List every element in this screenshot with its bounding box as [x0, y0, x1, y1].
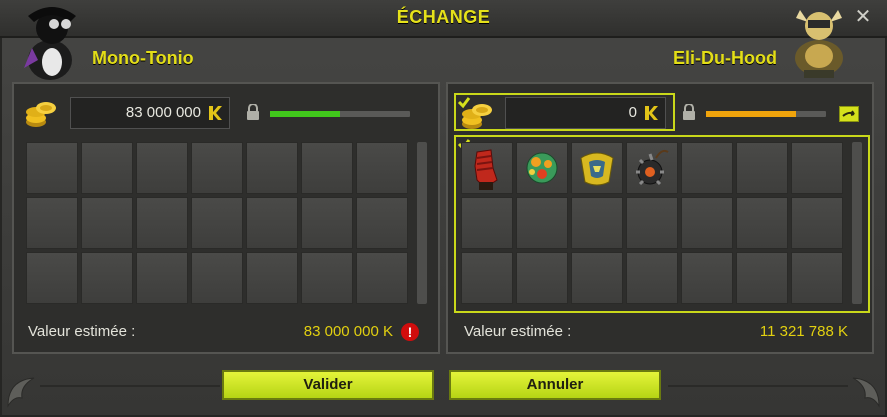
item-slot[interactable]	[301, 197, 353, 249]
item-slot[interactable]	[26, 142, 78, 194]
item-slot[interactable]	[191, 142, 243, 194]
left-kamas-value: 83 000 000	[125, 104, 201, 121]
item-slot[interactable]	[301, 252, 353, 304]
close-icon[interactable]: ✕	[853, 7, 873, 27]
item-slot[interactable]	[736, 252, 788, 304]
item-slot[interactable]	[626, 142, 678, 194]
item-slot[interactable]	[26, 197, 78, 249]
item-slot[interactable]	[356, 197, 408, 249]
item-slot[interactable]	[571, 142, 623, 194]
lock-icon	[247, 104, 259, 120]
right-progress-fill	[706, 111, 796, 117]
cancel-button[interactable]: Annuler	[449, 370, 661, 400]
item-slot[interactable]	[681, 142, 733, 194]
item-slot[interactable]	[81, 197, 133, 249]
item-slot[interactable]	[301, 142, 353, 194]
kama-icon	[645, 106, 658, 120]
green-orb-creature-icon[interactable]	[518, 144, 566, 192]
right-item-grid	[461, 142, 843, 304]
right-kamas-value: 0	[628, 104, 637, 121]
right-kamas-field[interactable]: 0	[505, 97, 666, 129]
right-progress-bar	[706, 111, 826, 117]
item-slot[interactable]	[356, 142, 408, 194]
item-slot[interactable]	[571, 252, 623, 304]
item-slot[interactable]	[461, 142, 513, 194]
item-slot[interactable]	[736, 142, 788, 194]
item-slot[interactable]	[246, 252, 298, 304]
item-slot[interactable]	[461, 252, 513, 304]
item-slot[interactable]	[191, 197, 243, 249]
item-slot[interactable]	[626, 252, 678, 304]
item-slot[interactable]	[681, 252, 733, 304]
left-item-grid	[26, 142, 408, 304]
corner-ornament-icon	[7, 377, 35, 408]
red-gauntlet-icon[interactable]	[463, 144, 511, 192]
item-slot[interactable]	[136, 252, 188, 304]
item-slot[interactable]	[81, 142, 133, 194]
item-slot[interactable]	[516, 197, 568, 249]
item-slot[interactable]	[791, 142, 843, 194]
window-title: ÉCHANGE	[396, 7, 491, 27]
left-player-name: Mono-Tonio	[92, 48, 194, 68]
right-estimate-value: 11 321 788 K	[759, 323, 848, 340]
item-slot[interactable]	[516, 142, 568, 194]
kama-icon	[209, 106, 222, 120]
item-slot[interactable]	[246, 142, 298, 194]
validate-button[interactable]: Valider	[222, 370, 434, 400]
item-slot[interactable]	[246, 197, 298, 249]
swap-toggle-icon[interactable]	[839, 106, 859, 122]
divider-line	[40, 385, 220, 387]
right-player-name: Eli-Du-Hood	[673, 48, 777, 68]
item-slot[interactable]	[791, 252, 843, 304]
item-slot[interactable]	[136, 197, 188, 249]
item-slot[interactable]	[81, 252, 133, 304]
gold-coins-icon	[26, 102, 56, 127]
item-slot[interactable]	[736, 197, 788, 249]
item-slot[interactable]	[26, 252, 78, 304]
item-slot[interactable]	[516, 252, 568, 304]
warning-icon[interactable]: !	[401, 323, 419, 341]
item-slot[interactable]	[356, 252, 408, 304]
left-scrollbar[interactable]	[417, 142, 427, 304]
gold-coins-icon	[462, 104, 492, 129]
item-slot[interactable]	[191, 252, 243, 304]
lock-icon	[683, 104, 695, 120]
item-slot[interactable]	[681, 197, 733, 249]
right-estimate-label: Valeur estimée :	[464, 323, 572, 340]
left-progress-fill	[270, 111, 340, 117]
gold-armor-piece-icon[interactable]	[573, 144, 621, 192]
left-estimate-value: 83 000 000 K	[303, 323, 393, 340]
arrow-icon	[842, 110, 855, 117]
divider-line	[668, 385, 848, 387]
right-scrollbar[interactable]	[852, 142, 862, 304]
left-kamas-field[interactable]: 83 000 000	[70, 97, 230, 129]
item-slot[interactable]	[626, 197, 678, 249]
spiked-ball-icon[interactable]	[628, 144, 676, 192]
player-avatar-icon	[24, 7, 76, 80]
item-slot[interactable]	[461, 197, 513, 249]
left-progress-bar	[270, 111, 410, 117]
item-slot[interactable]	[571, 197, 623, 249]
item-slot[interactable]	[136, 142, 188, 194]
corner-ornament-icon	[852, 377, 880, 408]
left-estimate-label: Valeur estimée :	[28, 323, 136, 340]
player-avatar-icon	[795, 10, 843, 78]
item-slot[interactable]	[791, 197, 843, 249]
